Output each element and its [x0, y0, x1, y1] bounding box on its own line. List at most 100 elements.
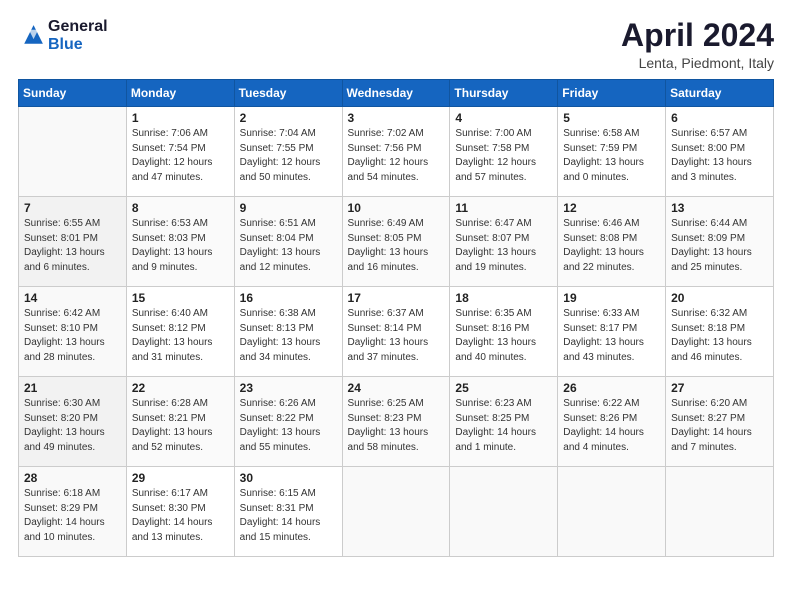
day-info: Sunrise: 6:44 AMSunset: 8:09 PMDaylight:…	[671, 217, 768, 275]
day-number: 1	[132, 111, 229, 125]
day-info: Sunrise: 6:40 AMSunset: 8:12 PMDaylight:…	[132, 307, 229, 365]
calendar-cell: 25 Sunrise: 6:23 AMSunset: 8:25 PMDaylig…	[450, 377, 558, 467]
page-container: General Blue April 2024 Lenta, Piedmont,…	[0, 0, 792, 567]
logo-icon	[18, 22, 46, 50]
calendar-cell: 23 Sunrise: 6:26 AMSunset: 8:22 PMDaylig…	[234, 377, 342, 467]
calendar-cell: 5 Sunrise: 6:58 AMSunset: 7:59 PMDayligh…	[558, 107, 666, 197]
day-info: Sunrise: 6:51 AMSunset: 8:04 PMDaylight:…	[240, 217, 337, 275]
header-saturday: Saturday	[666, 80, 774, 107]
day-number: 9	[240, 201, 337, 215]
day-info: Sunrise: 6:58 AMSunset: 7:59 PMDaylight:…	[563, 127, 660, 185]
day-number: 12	[563, 201, 660, 215]
header-wednesday: Wednesday	[342, 80, 450, 107]
calendar-cell: 20 Sunrise: 6:32 AMSunset: 8:18 PMDaylig…	[666, 287, 774, 377]
calendar-cell: 3 Sunrise: 7:02 AMSunset: 7:56 PMDayligh…	[342, 107, 450, 197]
calendar-cell: 19 Sunrise: 6:33 AMSunset: 8:17 PMDaylig…	[558, 287, 666, 377]
calendar-cell	[450, 467, 558, 557]
header-tuesday: Tuesday	[234, 80, 342, 107]
day-number: 7	[24, 201, 121, 215]
calendar-cell: 1 Sunrise: 7:06 AMSunset: 7:54 PMDayligh…	[126, 107, 234, 197]
day-info: Sunrise: 6:57 AMSunset: 8:00 PMDaylight:…	[671, 127, 768, 185]
calendar-cell: 27 Sunrise: 6:20 AMSunset: 8:27 PMDaylig…	[666, 377, 774, 467]
calendar-cell: 24 Sunrise: 6:25 AMSunset: 8:23 PMDaylig…	[342, 377, 450, 467]
day-info: Sunrise: 7:00 AMSunset: 7:58 PMDaylight:…	[455, 127, 552, 185]
calendar-cell: 15 Sunrise: 6:40 AMSunset: 8:12 PMDaylig…	[126, 287, 234, 377]
day-number: 17	[348, 291, 445, 305]
calendar-cell: 14 Sunrise: 6:42 AMSunset: 8:10 PMDaylig…	[19, 287, 127, 377]
calendar-cell	[342, 467, 450, 557]
calendar-week-1: 1 Sunrise: 7:06 AMSunset: 7:54 PMDayligh…	[19, 107, 774, 197]
location: Lenta, Piedmont, Italy	[621, 55, 774, 71]
calendar-cell: 4 Sunrise: 7:00 AMSunset: 7:58 PMDayligh…	[450, 107, 558, 197]
day-number: 20	[671, 291, 768, 305]
day-number: 23	[240, 381, 337, 395]
day-number: 2	[240, 111, 337, 125]
day-number: 25	[455, 381, 552, 395]
day-info: Sunrise: 6:23 AMSunset: 8:25 PMDaylight:…	[455, 397, 552, 455]
day-info: Sunrise: 6:17 AMSunset: 8:30 PMDaylight:…	[132, 487, 229, 545]
header-sunday: Sunday	[19, 80, 127, 107]
day-number: 22	[132, 381, 229, 395]
calendar-cell: 6 Sunrise: 6:57 AMSunset: 8:00 PMDayligh…	[666, 107, 774, 197]
calendar-cell: 22 Sunrise: 6:28 AMSunset: 8:21 PMDaylig…	[126, 377, 234, 467]
day-number: 16	[240, 291, 337, 305]
day-info: Sunrise: 6:15 AMSunset: 8:31 PMDaylight:…	[240, 487, 337, 545]
calendar-cell: 13 Sunrise: 6:44 AMSunset: 8:09 PMDaylig…	[666, 197, 774, 287]
day-info: Sunrise: 6:46 AMSunset: 8:08 PMDaylight:…	[563, 217, 660, 275]
day-number: 6	[671, 111, 768, 125]
day-info: Sunrise: 6:42 AMSunset: 8:10 PMDaylight:…	[24, 307, 121, 365]
calendar-cell: 12 Sunrise: 6:46 AMSunset: 8:08 PMDaylig…	[558, 197, 666, 287]
calendar-cell	[666, 467, 774, 557]
day-info: Sunrise: 6:47 AMSunset: 8:07 PMDaylight:…	[455, 217, 552, 275]
calendar-cell: 17 Sunrise: 6:37 AMSunset: 8:14 PMDaylig…	[342, 287, 450, 377]
day-number: 21	[24, 381, 121, 395]
calendar-cell: 8 Sunrise: 6:53 AMSunset: 8:03 PMDayligh…	[126, 197, 234, 287]
day-number: 5	[563, 111, 660, 125]
day-number: 10	[348, 201, 445, 215]
calendar-cell	[558, 467, 666, 557]
calendar-cell	[19, 107, 127, 197]
day-number: 4	[455, 111, 552, 125]
calendar-cell: 16 Sunrise: 6:38 AMSunset: 8:13 PMDaylig…	[234, 287, 342, 377]
day-info: Sunrise: 7:02 AMSunset: 7:56 PMDaylight:…	[348, 127, 445, 185]
calendar-cell: 29 Sunrise: 6:17 AMSunset: 8:30 PMDaylig…	[126, 467, 234, 557]
day-number: 28	[24, 471, 121, 485]
day-info: Sunrise: 6:32 AMSunset: 8:18 PMDaylight:…	[671, 307, 768, 365]
day-info: Sunrise: 6:20 AMSunset: 8:27 PMDaylight:…	[671, 397, 768, 455]
day-number: 13	[671, 201, 768, 215]
day-number: 27	[671, 381, 768, 395]
day-info: Sunrise: 6:25 AMSunset: 8:23 PMDaylight:…	[348, 397, 445, 455]
day-number: 19	[563, 291, 660, 305]
day-number: 29	[132, 471, 229, 485]
calendar-week-4: 21 Sunrise: 6:30 AMSunset: 8:20 PMDaylig…	[19, 377, 774, 467]
day-info: Sunrise: 6:30 AMSunset: 8:20 PMDaylight:…	[24, 397, 121, 455]
calendar-cell: 26 Sunrise: 6:22 AMSunset: 8:26 PMDaylig…	[558, 377, 666, 467]
day-info: Sunrise: 6:18 AMSunset: 8:29 PMDaylight:…	[24, 487, 121, 545]
day-number: 3	[348, 111, 445, 125]
logo-text: General Blue	[48, 18, 108, 55]
calendar-cell: 10 Sunrise: 6:49 AMSunset: 8:05 PMDaylig…	[342, 197, 450, 287]
calendar-week-2: 7 Sunrise: 6:55 AMSunset: 8:01 PMDayligh…	[19, 197, 774, 287]
calendar-cell: 21 Sunrise: 6:30 AMSunset: 8:20 PMDaylig…	[19, 377, 127, 467]
calendar-cell: 2 Sunrise: 7:04 AMSunset: 7:55 PMDayligh…	[234, 107, 342, 197]
title-area: April 2024 Lenta, Piedmont, Italy	[621, 18, 774, 71]
calendar-table: Sunday Monday Tuesday Wednesday Thursday…	[18, 79, 774, 557]
calendar-cell: 7 Sunrise: 6:55 AMSunset: 8:01 PMDayligh…	[19, 197, 127, 287]
day-number: 26	[563, 381, 660, 395]
weekday-header-row: Sunday Monday Tuesday Wednesday Thursday…	[19, 80, 774, 107]
day-info: Sunrise: 6:28 AMSunset: 8:21 PMDaylight:…	[132, 397, 229, 455]
day-info: Sunrise: 7:04 AMSunset: 7:55 PMDaylight:…	[240, 127, 337, 185]
day-number: 18	[455, 291, 552, 305]
day-info: Sunrise: 6:53 AMSunset: 8:03 PMDaylight:…	[132, 217, 229, 275]
day-info: Sunrise: 6:35 AMSunset: 8:16 PMDaylight:…	[455, 307, 552, 365]
day-info: Sunrise: 6:38 AMSunset: 8:13 PMDaylight:…	[240, 307, 337, 365]
header-thursday: Thursday	[450, 80, 558, 107]
day-info: Sunrise: 6:37 AMSunset: 8:14 PMDaylight:…	[348, 307, 445, 365]
header: General Blue April 2024 Lenta, Piedmont,…	[18, 18, 774, 71]
day-number: 24	[348, 381, 445, 395]
day-number: 14	[24, 291, 121, 305]
header-friday: Friday	[558, 80, 666, 107]
calendar-cell: 30 Sunrise: 6:15 AMSunset: 8:31 PMDaylig…	[234, 467, 342, 557]
calendar-cell: 9 Sunrise: 6:51 AMSunset: 8:04 PMDayligh…	[234, 197, 342, 287]
day-number: 11	[455, 201, 552, 215]
